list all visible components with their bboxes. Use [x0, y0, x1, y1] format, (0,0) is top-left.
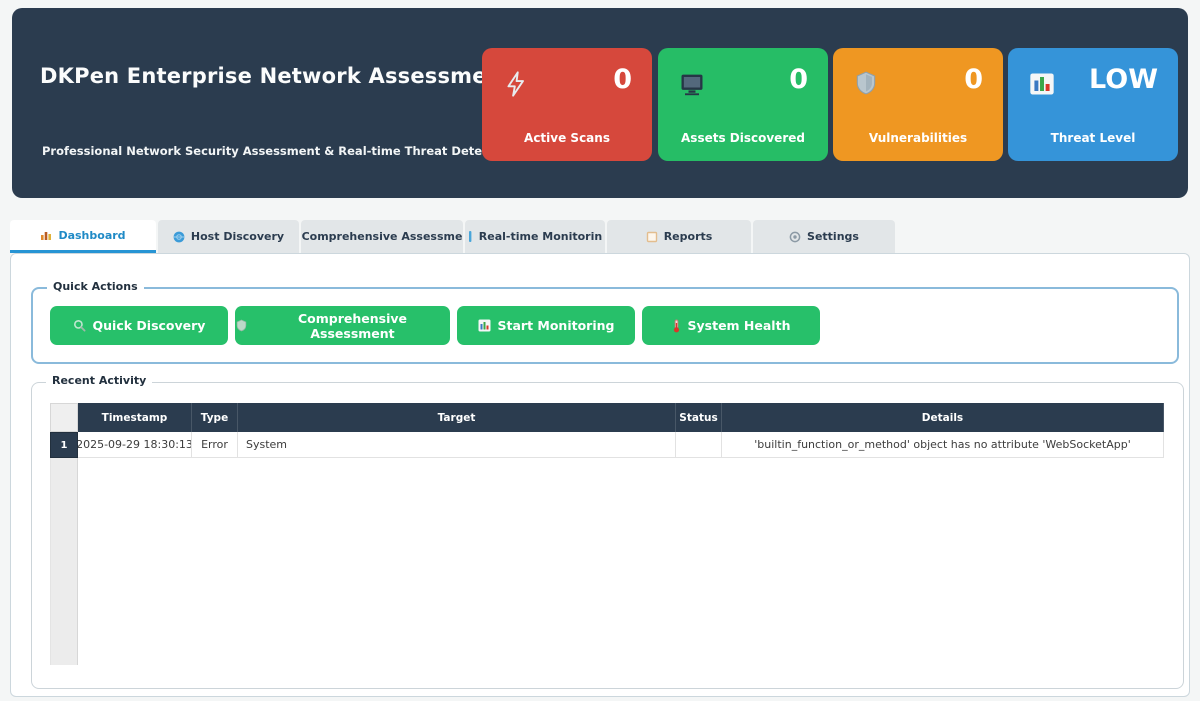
shield-icon [235, 319, 248, 332]
row-number-gutter [50, 458, 78, 665]
button-label: System Health [688, 318, 791, 333]
tab-label: Dashboard [58, 229, 125, 242]
comprehensive-assessment-button[interactable]: Comprehensive Assessment [235, 306, 450, 345]
table-corner-cell [50, 403, 78, 432]
tab-label: Host Discovery [191, 230, 284, 243]
system-health-button[interactable]: System Health [642, 306, 820, 345]
stat-value: 0 [964, 64, 983, 95]
tab-label: Settings [807, 230, 859, 243]
tab-label: Reports [664, 230, 713, 243]
recent-activity-label: Recent Activity [46, 374, 152, 387]
stat-value: LOW [1089, 64, 1158, 95]
thermometer-icon [672, 319, 681, 333]
stat-card-assets-discovered: 0 Assets Discovered [658, 48, 828, 161]
column-header-status[interactable]: Status [676, 403, 722, 432]
activity-table-header: Timestamp Type Target Status Details [50, 403, 1164, 432]
table-body-fill [78, 458, 1164, 665]
quick-discovery-button[interactable]: Quick Discovery [50, 306, 228, 345]
recent-activity-frame: Recent Activity Timestamp Type Target St… [31, 382, 1184, 689]
stat-value: 0 [789, 64, 808, 95]
button-label: Comprehensive Assessment [255, 311, 450, 341]
activity-table[interactable]: Timestamp Type Target Status Details 1 2… [50, 403, 1164, 665]
magnifier-icon [73, 319, 86, 332]
cell-details: 'builtin_function_or_method' object has … [722, 432, 1164, 458]
stat-label: Threat Level [1008, 131, 1178, 145]
cell-target: System [238, 432, 676, 458]
app-header: DKPen Enterprise Network Assessment Prof… [12, 8, 1188, 198]
tab-reports[interactable]: Reports [607, 220, 751, 253]
dashboard-panel: Quick Actions Quick Discovery Comprehens… [10, 253, 1190, 697]
gear-icon [789, 231, 801, 243]
quick-actions-frame: Quick Actions Quick Discovery Comprehens… [31, 287, 1179, 364]
globe-icon [173, 231, 185, 243]
tab-host-discovery[interactable]: Host Discovery [158, 220, 299, 253]
row-number: 1 [50, 432, 78, 458]
tab-label: Comprehensive Assessme [302, 230, 463, 243]
clipboard-icon [646, 231, 658, 243]
button-label: Quick Discovery [93, 318, 206, 333]
stat-card-active-scans: 0 Active Scans [482, 48, 652, 161]
stat-label: Vulnerabilities [833, 131, 1003, 145]
tab-comprehensive-assessment[interactable]: Comprehensive Assessme [301, 220, 463, 253]
tab-label: Real-time Monitorin [479, 230, 602, 243]
cell-timestamp: 2025-09-29 18:30:13 [78, 432, 192, 458]
cell-status [676, 432, 722, 458]
stat-value: 0 [613, 64, 632, 95]
bar-chart-icon [40, 229, 52, 241]
app-subtitle: Professional Network Security Assessment… [42, 144, 514, 158]
stat-card-vulnerabilities: 0 Vulnerabilities [833, 48, 1003, 161]
shield-icon [853, 70, 881, 98]
column-header-type[interactable]: Type [192, 403, 238, 432]
column-header-timestamp[interactable]: Timestamp [78, 403, 192, 432]
quick-actions-label: Quick Actions [47, 280, 144, 293]
table-row[interactable]: 1 2025-09-29 18:30:13 Error System 'buil… [50, 432, 1164, 458]
bar-chart-icon [1028, 70, 1056, 98]
monitor-icon [678, 70, 706, 98]
signal-icon [468, 230, 473, 243]
stat-label: Active Scans [482, 131, 652, 145]
tab-realtime-monitoring[interactable]: Real-time Monitorin [465, 220, 605, 253]
column-header-target[interactable]: Target [238, 403, 676, 432]
tab-settings[interactable]: Settings [753, 220, 895, 253]
main-tabbar: Dashboard Host Discovery Comprehensive A… [10, 220, 895, 253]
bar-chart-icon [478, 319, 491, 332]
column-header-details[interactable]: Details [722, 403, 1164, 432]
lightning-icon [502, 70, 530, 98]
table-empty-area [50, 458, 1164, 665]
app-title: DKPen Enterprise Network Assessment [40, 64, 512, 88]
button-label: Start Monitoring [498, 318, 615, 333]
cell-type: Error [192, 432, 238, 458]
start-monitoring-button[interactable]: Start Monitoring [457, 306, 635, 345]
stat-card-threat-level: LOW Threat Level [1008, 48, 1178, 161]
tab-dashboard[interactable]: Dashboard [10, 220, 156, 253]
stat-label: Assets Discovered [658, 131, 828, 145]
